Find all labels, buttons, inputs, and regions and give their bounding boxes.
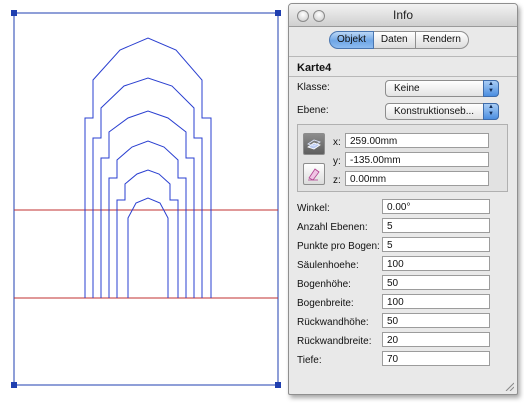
tab-bar: Objekt Daten Rendern [329,31,469,49]
ebene-value: Konstruktionseb... [394,106,475,117]
tiefe-label: Tiefe: [297,355,322,366]
klasse-select[interactable]: Keine ▲ ▼ [385,80,499,97]
bogenbreite-field[interactable]: 100 [382,294,490,309]
arch-level-3 [100,110,195,298]
anzahl-ebenen-field[interactable]: 5 [382,218,490,233]
selection-handle[interactable] [11,382,17,388]
klasse-label: Klasse: [297,82,330,93]
arch-level-4 [108,140,187,298]
rueckwandbreite-field[interactable]: 20 [382,332,490,347]
arch-level-1 [84,37,212,298]
saeulenhoehe-label: Säulenhoehe: [297,260,359,271]
eraser-icon[interactable] [303,163,325,185]
object-name: Karte4 [297,62,332,74]
punkte-pro-bogen-field[interactable]: 5 [382,237,490,252]
divider [289,56,517,57]
drawing-canvas[interactable] [0,0,290,404]
selection-handle[interactable] [275,10,281,16]
z-field[interactable]: 0.00mm [345,171,489,186]
bogenhoehe-field[interactable]: 50 [382,275,490,290]
ebene-select[interactable]: Konstruktionseb... ▲ ▼ [385,103,499,120]
winkel-label: Winkel: [297,203,330,214]
window-title: Info [392,8,413,22]
rueckwandhoehe-label: Rückwandhöhe: [297,317,369,328]
coordinates-group: x: 259.00mm y: -135.00mm z: 0.00mm [297,124,508,192]
ebene-label: Ebene: [297,105,329,116]
updown-arrows-icon: ▲ ▼ [483,103,499,120]
punkte-pro-bogen-label: Punkte pro Bogen: [297,241,380,252]
klasse-value: Keine [394,83,420,94]
tab-rendern[interactable]: Rendern [415,31,469,49]
x-field[interactable]: 259.00mm [345,133,489,148]
divider [289,76,517,77]
tiefe-field[interactable]: 70 [382,351,490,366]
x-label: x: [333,137,341,148]
y-label: y: [333,156,341,167]
resize-grip-icon[interactable] [504,381,514,391]
selection-handle[interactable] [11,10,17,16]
bogenbreite-label: Bogenbreite: [297,298,354,309]
tab-objekt[interactable]: Objekt [329,31,374,49]
arch-level-5 [116,169,179,298]
drawing-svg[interactable] [0,0,290,404]
y-field[interactable]: -135.00mm [345,152,489,167]
arch-innermost [127,197,169,298]
updown-arrows-icon: ▲ ▼ [483,80,499,97]
plane-icon[interactable] [303,133,325,155]
info-palette: Info Objekt Daten Rendern Karte4 Klasse:… [288,3,518,395]
bogenhoehe-label: Bogenhöhe: [297,279,351,290]
tab-daten[interactable]: Daten [373,31,416,49]
selection-handle[interactable] [275,382,281,388]
rueckwandbreite-label: Rückwandbreite: [297,336,372,347]
z-label: z: [333,175,341,186]
rueckwandhoehe-field[interactable]: 50 [382,313,490,328]
palette-titlebar[interactable]: Info [289,4,517,27]
winkel-field[interactable]: 0.00° [382,199,490,214]
saeulenhoehe-field[interactable]: 100 [382,256,490,271]
anzahl-ebenen-label: Anzahl Ebenen: [297,222,368,233]
